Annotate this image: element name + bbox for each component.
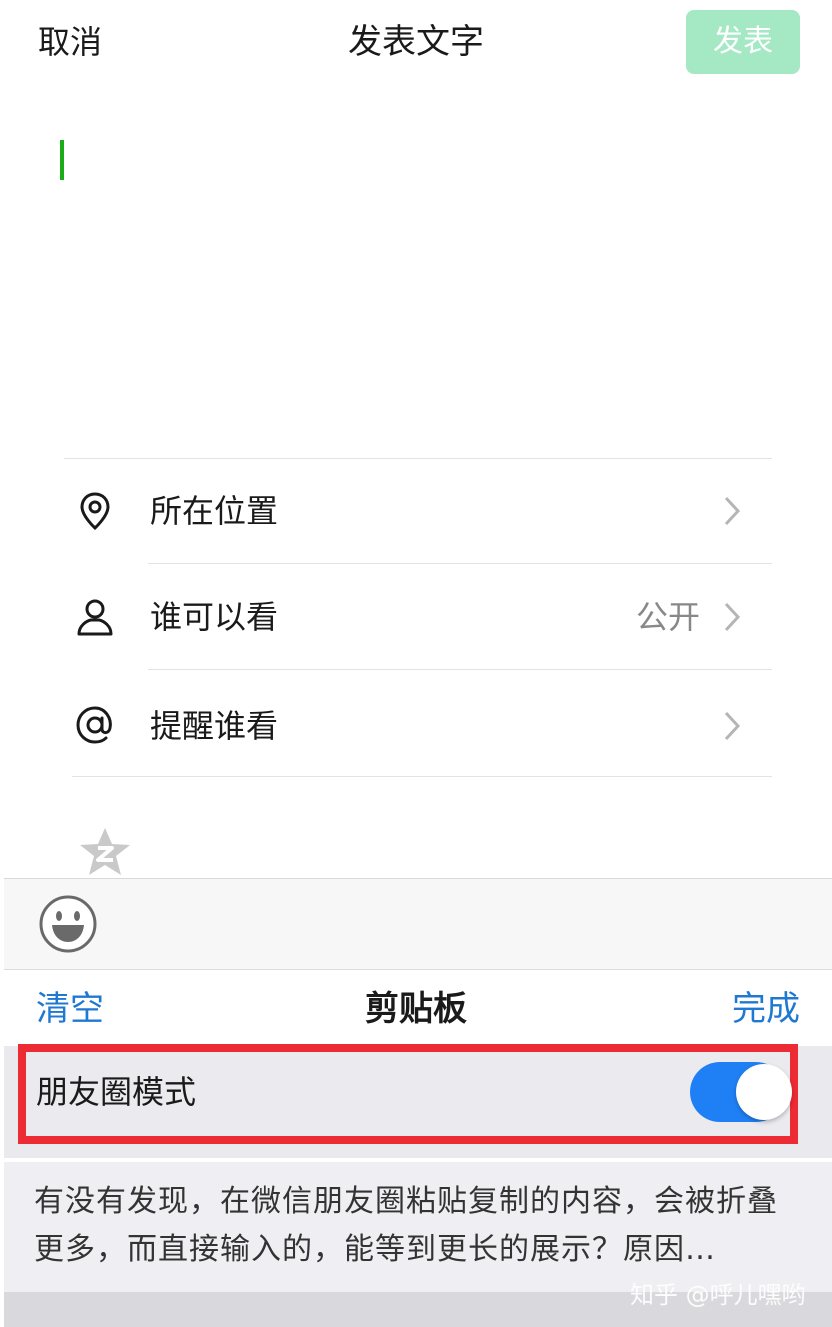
divider — [148, 563, 772, 564]
divider — [64, 458, 772, 459]
post-text-input[interactable] — [30, 100, 802, 440]
divider — [148, 669, 772, 670]
qzone-star-icon[interactable] — [78, 826, 132, 878]
clipboard-item-text: 有没有发现，在微信朋友圈粘贴复制的内容，会被折叠更多，而直接输入的，能等到更长的… — [34, 1184, 778, 1267]
at-icon — [76, 706, 112, 744]
done-button[interactable]: 完成 — [732, 986, 800, 1032]
chevron-right-icon — [724, 711, 741, 741]
chevron-right-icon — [724, 602, 741, 632]
text-caret — [60, 140, 64, 180]
publish-button[interactable]: 发表 — [686, 10, 800, 74]
person-icon — [77, 599, 113, 636]
clipboard-title: 剪贴板 — [365, 989, 467, 1029]
smiley-icon[interactable] — [38, 894, 98, 954]
keyboard-toolbar — [4, 878, 832, 970]
visibility-value: 公开 — [635, 598, 700, 636]
chevron-right-icon — [724, 496, 741, 526]
location-label: 所在位置 — [150, 492, 279, 530]
moments-mode-label: 朋友圈模式 — [36, 1073, 197, 1111]
visibility-label: 谁可以看 — [150, 598, 279, 636]
divider — [72, 776, 772, 777]
toggle-knob — [736, 1064, 792, 1120]
location-pin-icon — [80, 492, 110, 531]
watermark: 知乎 @呼儿嘿哟 — [630, 1281, 806, 1309]
mention-label: 提醒谁看 — [150, 707, 279, 745]
